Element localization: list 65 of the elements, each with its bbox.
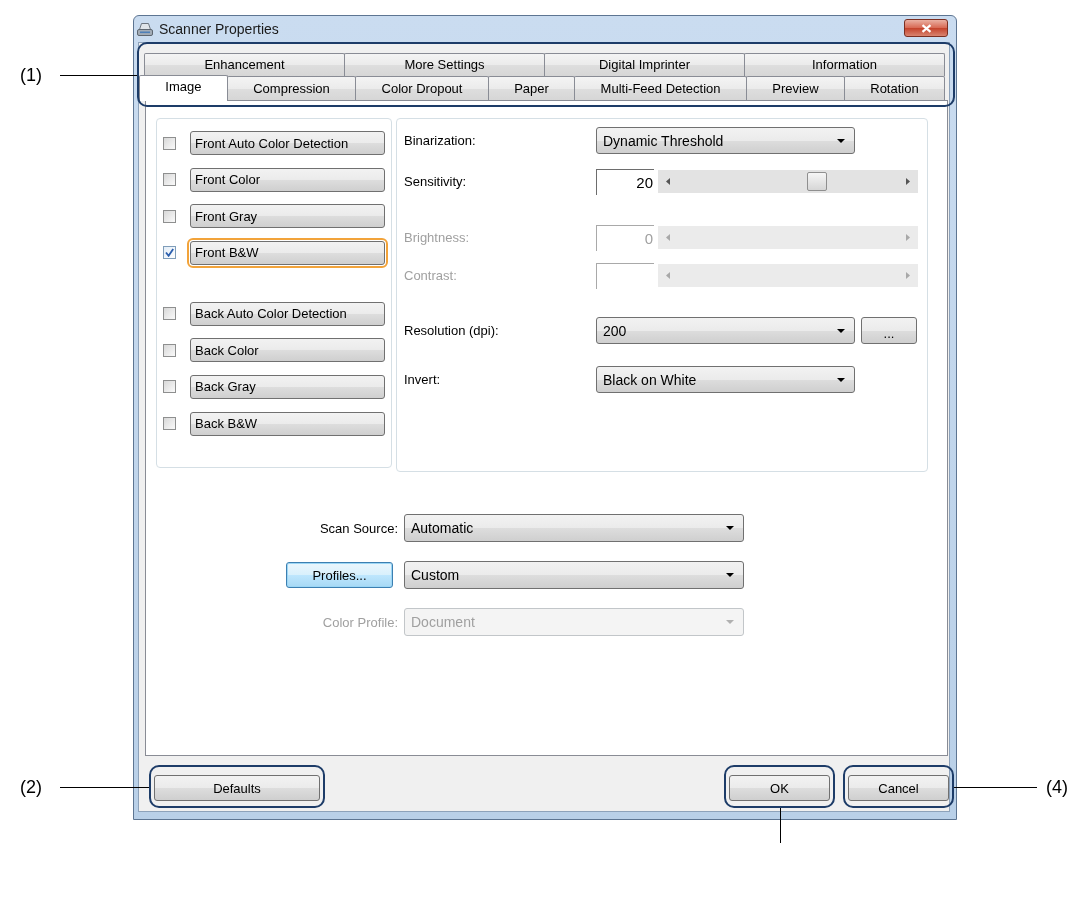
setting-label: Binarization: <box>404 133 477 148</box>
image-type-button[interactable]: Back Gray <box>190 374 385 399</box>
left-arrow-icon[interactable] <box>666 178 670 185</box>
tab[interactable]: Preview <box>745 76 845 100</box>
caret-icon <box>837 328 845 333</box>
caret-icon <box>726 526 734 530</box>
field-label: Scan Source: <box>319 520 398 536</box>
profiles-button[interactable]: Profiles... <box>286 562 393 588</box>
tab[interactable]: Multi-Feed Detection <box>574 76 747 100</box>
dialog-button[interactable]: Cancel <box>848 775 949 801</box>
window-title: Scanner Properties <box>159 21 280 37</box>
image-type-button[interactable]: Front Gray <box>190 204 385 229</box>
close-icon <box>920 23 932 33</box>
checkbox[interactable] <box>163 307 176 321</box>
image-type-button[interactable]: Front Color <box>190 167 385 192</box>
setting-label: Invert: <box>404 372 442 387</box>
tab[interactable]: Compression <box>226 76 357 100</box>
tab[interactable]: Image <box>139 75 228 101</box>
checkbox[interactable] <box>163 246 176 260</box>
caret-icon <box>726 620 734 624</box>
field-label: Color Profile: <box>322 614 398 630</box>
dropdown[interactable]: Black on White <box>596 366 855 393</box>
slider-thumb[interactable] <box>806 172 827 191</box>
caret-icon <box>837 377 845 382</box>
slider-track[interactable] <box>658 170 918 193</box>
checkbox[interactable] <box>163 343 176 357</box>
image-type-button[interactable]: Front B&W <box>190 240 385 265</box>
setting-label: Sensitivity: <box>404 174 468 189</box>
scanner-icon <box>137 21 153 37</box>
setting-label: Contrast: <box>404 268 458 283</box>
tab[interactable]: Enhancement <box>144 53 345 76</box>
callout-label: (2) <box>20 776 42 798</box>
dialog-button[interactable]: OK <box>729 775 830 801</box>
number-field[interactable]: 20 <box>596 168 654 195</box>
tab[interactable]: Paper <box>487 76 576 100</box>
setting-label: Brightness: <box>404 230 471 245</box>
setting-label: Resolution (dpi): <box>404 323 500 338</box>
right-arrow-icon[interactable] <box>906 178 910 185</box>
check-icon <box>165 248 174 258</box>
callout-label: (1) <box>20 64 42 86</box>
image-type-button[interactable]: Back Color <box>190 338 385 363</box>
checkbox[interactable] <box>163 417 176 431</box>
dropdown[interactable]: 200 <box>596 317 855 344</box>
checkbox[interactable] <box>163 136 176 150</box>
callout-label: (4) <box>1046 776 1068 798</box>
tab[interactable]: Digital Imprinter <box>544 53 745 76</box>
leader-line <box>780 808 781 843</box>
caret-icon <box>837 138 845 143</box>
dropdown[interactable]: Custom <box>404 561 744 589</box>
image-type-button[interactable]: Front Auto Color Detection <box>190 131 385 155</box>
dropdown[interactable]: Automatic <box>404 514 744 542</box>
tab[interactable]: Information <box>744 53 945 76</box>
tab[interactable]: Color Dropout <box>355 76 489 100</box>
tab[interactable]: Rotation <box>843 76 946 100</box>
checkbox[interactable] <box>163 380 176 394</box>
tab[interactable]: More Settings <box>344 53 545 76</box>
more-button[interactable]: ... <box>861 317 917 344</box>
checkbox[interactable] <box>163 209 176 223</box>
image-type-button[interactable]: Back Auto Color Detection <box>190 301 385 326</box>
checkbox[interactable] <box>163 173 176 187</box>
dialog-button[interactable]: Defaults <box>154 775 320 801</box>
caret-icon <box>726 573 734 577</box>
close-button[interactable] <box>904 19 948 37</box>
dropdown[interactable]: Dynamic Threshold <box>596 127 855 154</box>
image-type-button[interactable]: Back B&W <box>190 411 385 436</box>
